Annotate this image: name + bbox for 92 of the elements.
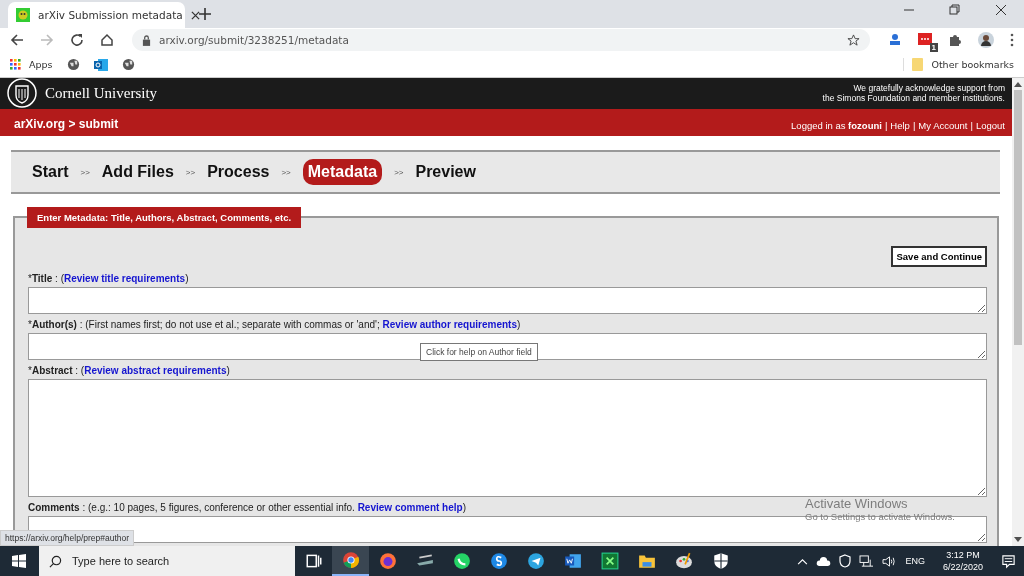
chevron-up-icon[interactable]	[797, 557, 809, 565]
chat-bubble-icon	[452, 552, 471, 570]
task-view-icon	[304, 552, 323, 570]
windows-icon[interactable]	[12, 554, 26, 568]
cloud-icon[interactable]	[816, 556, 832, 566]
bookmark[interactable]: Other bookmarks	[903, 58, 1014, 71]
step[interactable]: Process	[207, 159, 270, 185]
scrollbar[interactable]	[1012, 78, 1024, 546]
favicon-icon	[16, 8, 30, 22]
bookmark-label: Other bookmarks	[931, 59, 1014, 70]
separator: |	[884, 119, 888, 131]
login-status: Logged in as fozouni	[791, 119, 882, 131]
stamp-icon[interactable]	[888, 33, 902, 47]
separator: |	[970, 119, 973, 131]
puzzle-icon[interactable]	[948, 33, 962, 47]
text-area[interactable]	[28, 287, 987, 314]
text-area[interactable]	[28, 333, 987, 360]
notifications-icon[interactable]	[1001, 553, 1016, 569]
breadcrumb-link[interactable]: arXiv.org > submit	[14, 116, 119, 131]
apps-icon	[10, 59, 21, 70]
step-separator: >>	[80, 167, 90, 177]
bookmark-label: Apps	[29, 59, 53, 70]
folder-icon	[912, 58, 924, 71]
lock-icon	[142, 34, 151, 46]
speaker-icon[interactable]	[882, 554, 898, 568]
section-heading: Enter Metadata: Title, Authors, Abstract, Comments, etc.	[27, 207, 302, 228]
search-icon	[49, 554, 62, 568]
header-link[interactable]: My Account	[918, 119, 968, 131]
close-icon[interactable]	[995, 4, 1007, 16]
support-text: the Simons Foundation and member institutions.	[822, 93, 1005, 104]
field-label: *Abstract : (Review abstract requirements)	[28, 365, 230, 376]
step[interactable]: Add Files	[101, 159, 174, 185]
step[interactable]: Start	[32, 159, 69, 185]
palette-icon	[674, 552, 693, 570]
new-tab-icon[interactable]	[199, 8, 211, 20]
folder-icon	[637, 552, 656, 570]
search-field[interactable]: Type here to search	[39, 546, 295, 576]
shield-icon	[711, 552, 730, 570]
extension-badge: 1	[929, 43, 938, 52]
mail-icon[interactable]	[93, 57, 108, 72]
globe-icon[interactable]	[121, 58, 135, 71]
save-button[interactable]: Save and Continue	[891, 246, 987, 267]
restore-icon[interactable]	[949, 4, 961, 16]
close-icon[interactable]	[190, 10, 200, 20]
support-text: We gratefully acknowledge support from	[853, 83, 1005, 94]
url-text: arxiv.org/submit/3238251/metadata	[159, 34, 349, 46]
step[interactable]: Preview	[415, 159, 476, 185]
paper-plane-icon	[526, 552, 545, 570]
review-link[interactable]: Review abstract requirements	[84, 365, 227, 376]
field-label: *Title : (Review title requirements)	[28, 273, 189, 284]
globe-icon[interactable]	[66, 58, 80, 71]
network-icon[interactable]	[859, 554, 875, 568]
reload-icon[interactable]	[70, 33, 84, 47]
step-separator: >>	[281, 167, 291, 177]
forward-icon	[40, 33, 54, 47]
clock-date: 6/22/2020	[942, 561, 983, 573]
scroll-up-icon[interactable]	[1014, 81, 1022, 87]
bookmark[interactable]: Apps	[10, 59, 53, 70]
avatar-icon[interactable]	[978, 32, 994, 48]
star-icon[interactable]	[847, 33, 860, 47]
menu-icon[interactable]	[1010, 33, 1014, 47]
search-placeholder: Type here to search	[72, 555, 170, 567]
home-icon[interactable]	[100, 33, 114, 47]
review-link[interactable]: Review author requirements	[382, 319, 517, 330]
shield-outline-icon[interactable]	[839, 554, 852, 568]
header-link[interactable]: Help	[890, 119, 910, 131]
separator: |	[912, 119, 916, 131]
language-indicator[interactable]: ENG	[905, 556, 925, 566]
field-label: Comments : (e.g.: 10 pages, 5 figures, conference or other essential info. Review comment help)	[28, 502, 466, 513]
firefox-icon	[378, 552, 397, 570]
clock-time: 3:12 PM	[945, 549, 981, 561]
s-logo-icon	[489, 552, 508, 570]
tooltip: Click for help on Author field	[420, 343, 538, 361]
address-bar[interactable]: arxiv.org/submit/3238251/metadata	[132, 29, 870, 51]
spreadsheet-icon	[600, 552, 619, 570]
review-link[interactable]: Review comment help	[357, 502, 463, 513]
step-separator: >>	[394, 167, 404, 177]
university-name: Cornell University	[45, 84, 158, 102]
password-icon[interactable]	[918, 33, 932, 47]
tab-title: arXiv Submission metadata	[38, 9, 183, 21]
back-icon[interactable]	[10, 33, 24, 47]
clock[interactable]: 3:12 PM 6/22/2020	[942, 549, 983, 573]
field-label: *Author(s) : (First names first; do not use et al.; separate with commas or 'and'; Review author requirements)	[28, 319, 521, 330]
step-separator: >>	[185, 167, 196, 177]
step[interactable]: Metadata	[302, 159, 383, 185]
header-link[interactable]: Logout	[975, 119, 1005, 131]
chrome-icon	[341, 551, 360, 569]
document-icon	[563, 552, 582, 570]
scroll-thumb[interactable]	[1014, 90, 1022, 345]
status-url: https://arxiv.org/help/prep#author	[0, 530, 135, 546]
scroll-down-icon[interactable]	[1014, 537, 1022, 543]
activation-title: Activate Windows	[805, 496, 909, 511]
